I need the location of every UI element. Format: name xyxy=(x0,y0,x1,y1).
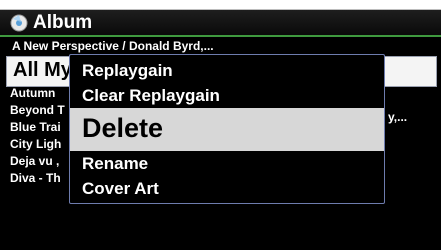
menu-item-rename[interactable]: Rename xyxy=(82,154,148,174)
menu-item-clear-replaygain[interactable]: Clear Replaygain xyxy=(82,86,220,106)
list-item[interactable]: Deja vu , xyxy=(10,154,59,168)
list-item-label: All My xyxy=(13,59,72,81)
menu-item-cover-art[interactable]: Cover Art xyxy=(82,179,159,199)
list-item[interactable]: Blue Trai xyxy=(10,120,61,134)
list-item[interactable]: City Ligh xyxy=(10,137,61,151)
top-strip xyxy=(0,0,441,10)
list-item[interactable]: Diva - Th xyxy=(10,171,61,185)
context-menu: Replaygain Clear Replaygain Delete Renam… xyxy=(69,54,385,204)
album-icon xyxy=(10,14,28,32)
page-title: Album xyxy=(33,12,93,33)
list-item[interactable]: Beyond T xyxy=(10,103,65,117)
list-item[interactable]: Autumn xyxy=(10,86,55,100)
app-header: Album xyxy=(0,10,441,37)
breadcrumb: A New Perspective / Donald Byrd,... xyxy=(12,39,214,53)
menu-item-replaygain[interactable]: Replaygain xyxy=(82,61,173,81)
menu-item-delete[interactable]: Delete xyxy=(82,113,163,144)
list-item-suffix: y,... xyxy=(388,110,408,124)
